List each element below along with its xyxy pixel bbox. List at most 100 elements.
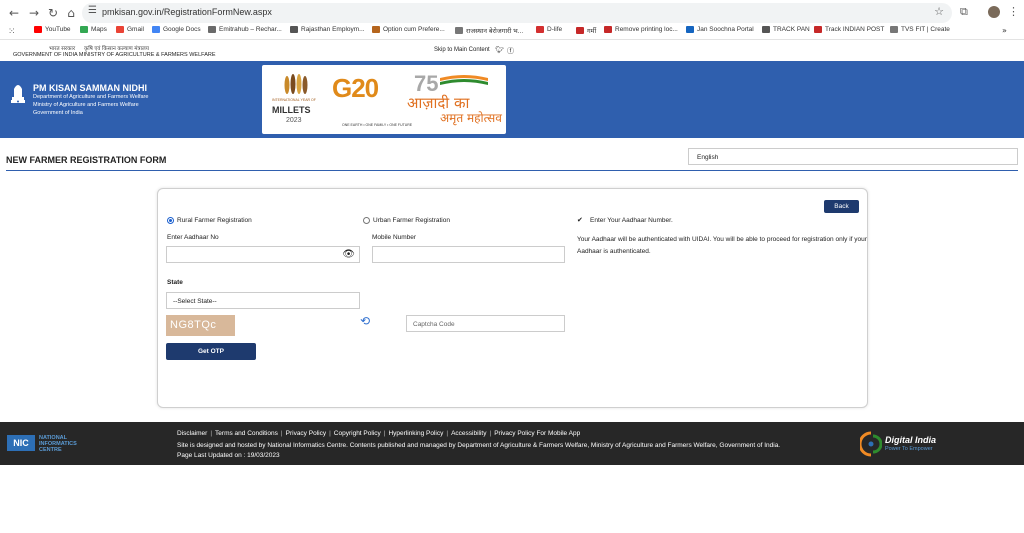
footer-link-accessibility[interactable]: Accessibility [451, 430, 486, 437]
globe-icon [762, 26, 770, 33]
emitra-icon [208, 26, 216, 33]
registration-card: Rural Farmer Registration Urban Farmer R… [157, 188, 868, 408]
youtube-icon [34, 26, 42, 33]
urban-label[interactable]: Urban Farmer Registration [373, 217, 450, 224]
tvs-icon [890, 26, 898, 33]
digital-india-tagline: Power To Empower [885, 446, 933, 452]
home-icon[interactable]: ⌂ [63, 5, 79, 21]
bookmark-0[interactable]: YouTube [34, 26, 71, 33]
check-circle-icon: ✔ [577, 216, 583, 224]
twitter-icon[interactable]: 🐦︎ [495, 46, 504, 54]
millets-text: MILLETS [272, 105, 311, 115]
mobile-label: Mobile Number [372, 234, 417, 241]
aadhaar-input[interactable]: 👁︎ [166, 246, 360, 263]
bookmark-10[interactable]: Remove printing loc... [604, 26, 678, 33]
millets-year: 2023 [286, 117, 302, 124]
footer-link-terms[interactable]: Terms and Conditions [215, 430, 278, 437]
emblem-icon [372, 26, 380, 33]
title-divider [6, 170, 1018, 171]
footer-link-disclaimer[interactable]: Disclaimer [177, 430, 207, 437]
browser-chrome: ← → ↻ ⌂ ☰ pmkisan.gov.in/RegistrationFor… [0, 0, 1024, 40]
footer-hosted: Site is designed and hosted by National … [177, 442, 781, 449]
g20-logo: G20 [332, 73, 379, 103]
bookmark-7[interactable]: राजस्थान बेरोजगारी भ... [455, 26, 523, 35]
bookmark-14[interactable]: TVS FIT | Create [890, 26, 950, 33]
footer-updated: Page Last Updated on : 19/03/2023 [177, 452, 280, 459]
facebook-icon[interactable]: ⓕ [507, 46, 514, 56]
brand-line-1: Department of Agriculture and Farmers We… [33, 94, 149, 100]
state-label: State [167, 279, 183, 286]
address-bar[interactable]: ☰ pmkisan.gov.in/RegistrationFormNew.asp… [82, 3, 952, 23]
forward-arrow-icon[interactable]: → [26, 5, 42, 21]
url-text: pmkisan.gov.in/RegistrationFormNew.aspx [102, 7, 272, 17]
footer-sep: | [210, 430, 213, 437]
eye-icon[interactable]: 👁︎ [342, 250, 355, 260]
bookmark-star-icon[interactable]: ☆ [934, 5, 944, 18]
footer-sep: | [446, 430, 449, 437]
get-otp-button[interactable]: Get OTP [166, 343, 256, 360]
bookmark-13[interactable]: Track INDIAN POST [814, 26, 884, 33]
nic-text: NATIONAL INFORMATICS CENTRE [39, 435, 77, 453]
brand-title: PM KISAN SAMMAN NIDHI [33, 83, 147, 93]
amrit-text: अमृत महोत्सव [440, 111, 502, 125]
maps-icon [80, 26, 88, 33]
bookmark-12[interactable]: TRACK PAN [762, 26, 810, 33]
bookmark-3[interactable]: Google Docs [152, 26, 201, 33]
bookmark-red-icon [576, 27, 584, 34]
tricolour-flag-icon [440, 75, 488, 85]
captcha-input[interactable]: Captcha Code [406, 315, 565, 332]
site-footer: NIC NATIONAL INFORMATICS CENTRE Disclaim… [0, 422, 1024, 465]
rural-label[interactable]: Rural Farmer Registration [177, 217, 252, 224]
footer-sep: | [329, 430, 331, 437]
gmail-icon [116, 26, 124, 33]
menu-kebab-icon[interactable]: ⋮ [1008, 5, 1019, 18]
aadhaar-heading: Enter Your Aadhaar Number. [590, 217, 673, 224]
campaign-banner: INTERNATIONAL YEAR OF MILLETS 2023 G20 O… [262, 65, 506, 134]
more-bookmarks-icon[interactable]: » [1002, 26, 1007, 35]
g20-tagline: ONE EARTH • ONE FAMILY • ONE FUTURE [342, 123, 413, 127]
apps-grid-icon[interactable]: ⁙ [8, 26, 16, 37]
aadhaar-note: Your Aadhaar will be authenticated with … [577, 236, 867, 255]
bookmark-9[interactable]: गर्मी [576, 26, 596, 35]
bulb-icon [455, 27, 463, 34]
brand-line-2: Ministry of Agriculture and Farmers Welf… [33, 102, 139, 108]
rural-radio[interactable] [167, 217, 174, 224]
gov-strip: भारत सरकार कृषि एवं किसान कल्याण मंत्राल… [0, 41, 1024, 61]
pdf-icon [604, 26, 612, 33]
back-button[interactable]: Back [824, 200, 859, 213]
site-info-icon[interactable]: ☰ [88, 5, 97, 16]
extensions-icon[interactable]: ⧉ [960, 5, 968, 19]
bookmarks-bar: ⁙ YouTube Maps Gmail Google Docs Emitrah… [0, 25, 1024, 39]
page-title: NEW FARMER REGISTRATION FORM [6, 155, 167, 165]
profile-avatar[interactable] [988, 6, 1000, 18]
state-select[interactable]: --Select State-- [166, 292, 360, 309]
bookmark-6[interactable]: Option cum Prefere... [372, 26, 445, 33]
bookmark-8[interactable]: D-life [536, 26, 562, 33]
footer-link-hyperlinking[interactable]: Hyperlinking Policy [388, 430, 443, 437]
footer-sep: | [383, 430, 386, 437]
bookmark-1[interactable]: Maps [80, 26, 107, 33]
footer-link-privacy[interactable]: Privacy Policy [286, 430, 326, 437]
footer-links: Disclaimer | Terms and Conditions | Privacy … [177, 430, 580, 437]
bookmark-11[interactable]: Jan Soochna Portal [686, 26, 754, 33]
site-header: PM KISAN SAMMAN NIDHI Department of Agri… [0, 61, 1024, 138]
digital-india-logo-icon [860, 431, 882, 457]
urban-radio[interactable] [363, 217, 370, 224]
refresh-captcha-icon[interactable]: ⟲ [360, 314, 370, 328]
language-select[interactable]: English [688, 148, 1018, 165]
dlife-icon [536, 26, 544, 33]
footer-link-copyright[interactable]: Copyright Policy [334, 430, 381, 437]
reload-icon[interactable]: ↻ [45, 5, 61, 21]
bookmark-4[interactable]: Emitrahub – Rechar... [208, 26, 282, 33]
gov-english: GOVERNMENT OF INDIA MINISTRY OF AGRICULT… [13, 52, 216, 58]
mobile-input[interactable] [372, 246, 565, 263]
back-arrow-icon[interactable]: ← [6, 5, 22, 21]
brand-line-3: Government of India [33, 110, 83, 116]
footer-link-mobile-privacy[interactable]: Privacy Policy For Mobile App [494, 430, 580, 437]
skip-to-main-link[interactable]: Skip to Main Content [434, 47, 490, 53]
millets-intl: INTERNATIONAL YEAR OF [272, 98, 316, 102]
bookmark-2[interactable]: Gmail [116, 26, 144, 33]
bookmark-5[interactable]: Rajasthan Employm... [290, 26, 365, 33]
gov-hindi: भारत सरकार [49, 46, 76, 52]
millets-logo-icon [284, 74, 308, 94]
